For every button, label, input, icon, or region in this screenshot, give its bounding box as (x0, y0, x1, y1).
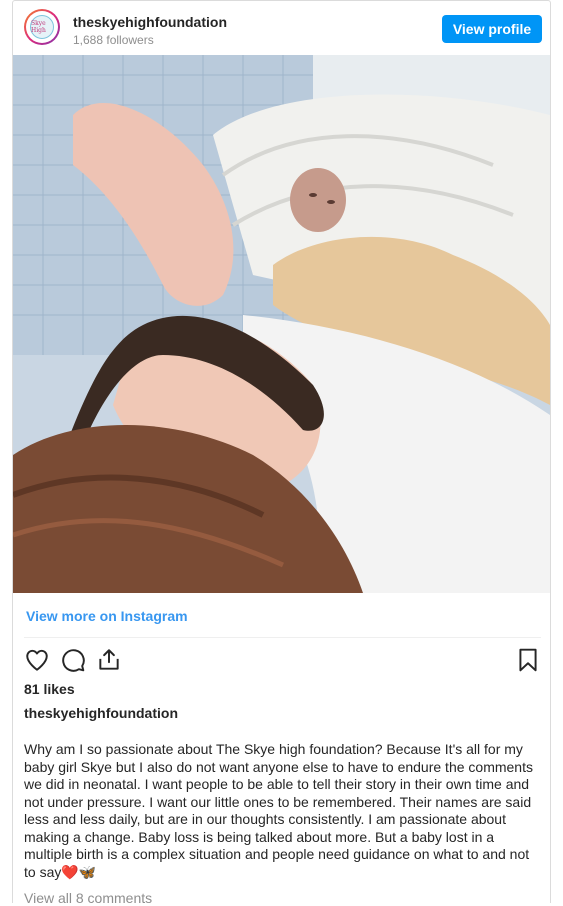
post-image[interactable] (13, 55, 550, 593)
caption-text: Why am I so passionate about The Skye hi… (24, 741, 544, 881)
avatar[interactable]: Skye High (24, 9, 60, 45)
instagram-embed-card: Skye High theskyehighfoundation 1,688 fo… (12, 0, 551, 906)
share-icon[interactable] (96, 647, 122, 673)
like-count[interactable]: 81 likes (24, 681, 75, 697)
follower-count: 1,688 followers (73, 33, 154, 47)
view-all-comments-link[interactable]: View all 8 comments (24, 890, 152, 906)
avatar-logo: Skye High (30, 15, 54, 39)
heart-icon[interactable] (24, 647, 50, 673)
bookmark-icon[interactable] (515, 647, 541, 673)
comment-icon[interactable] (60, 647, 86, 673)
caption-username[interactable]: theskyehighfoundation (24, 705, 178, 721)
view-profile-button[interactable]: View profile (442, 15, 542, 43)
profile-username[interactable]: theskyehighfoundation (73, 14, 227, 30)
action-bar (24, 647, 541, 673)
caption-emoji: ❤️🦋 (61, 863, 97, 880)
caption-body: Why am I so passionate about The Skye hi… (24, 741, 533, 880)
view-more-on-instagram-link[interactable]: View more on Instagram (26, 608, 188, 624)
divider (24, 637, 541, 638)
post-header: Skye High theskyehighfoundation 1,688 fo… (13, 1, 550, 55)
